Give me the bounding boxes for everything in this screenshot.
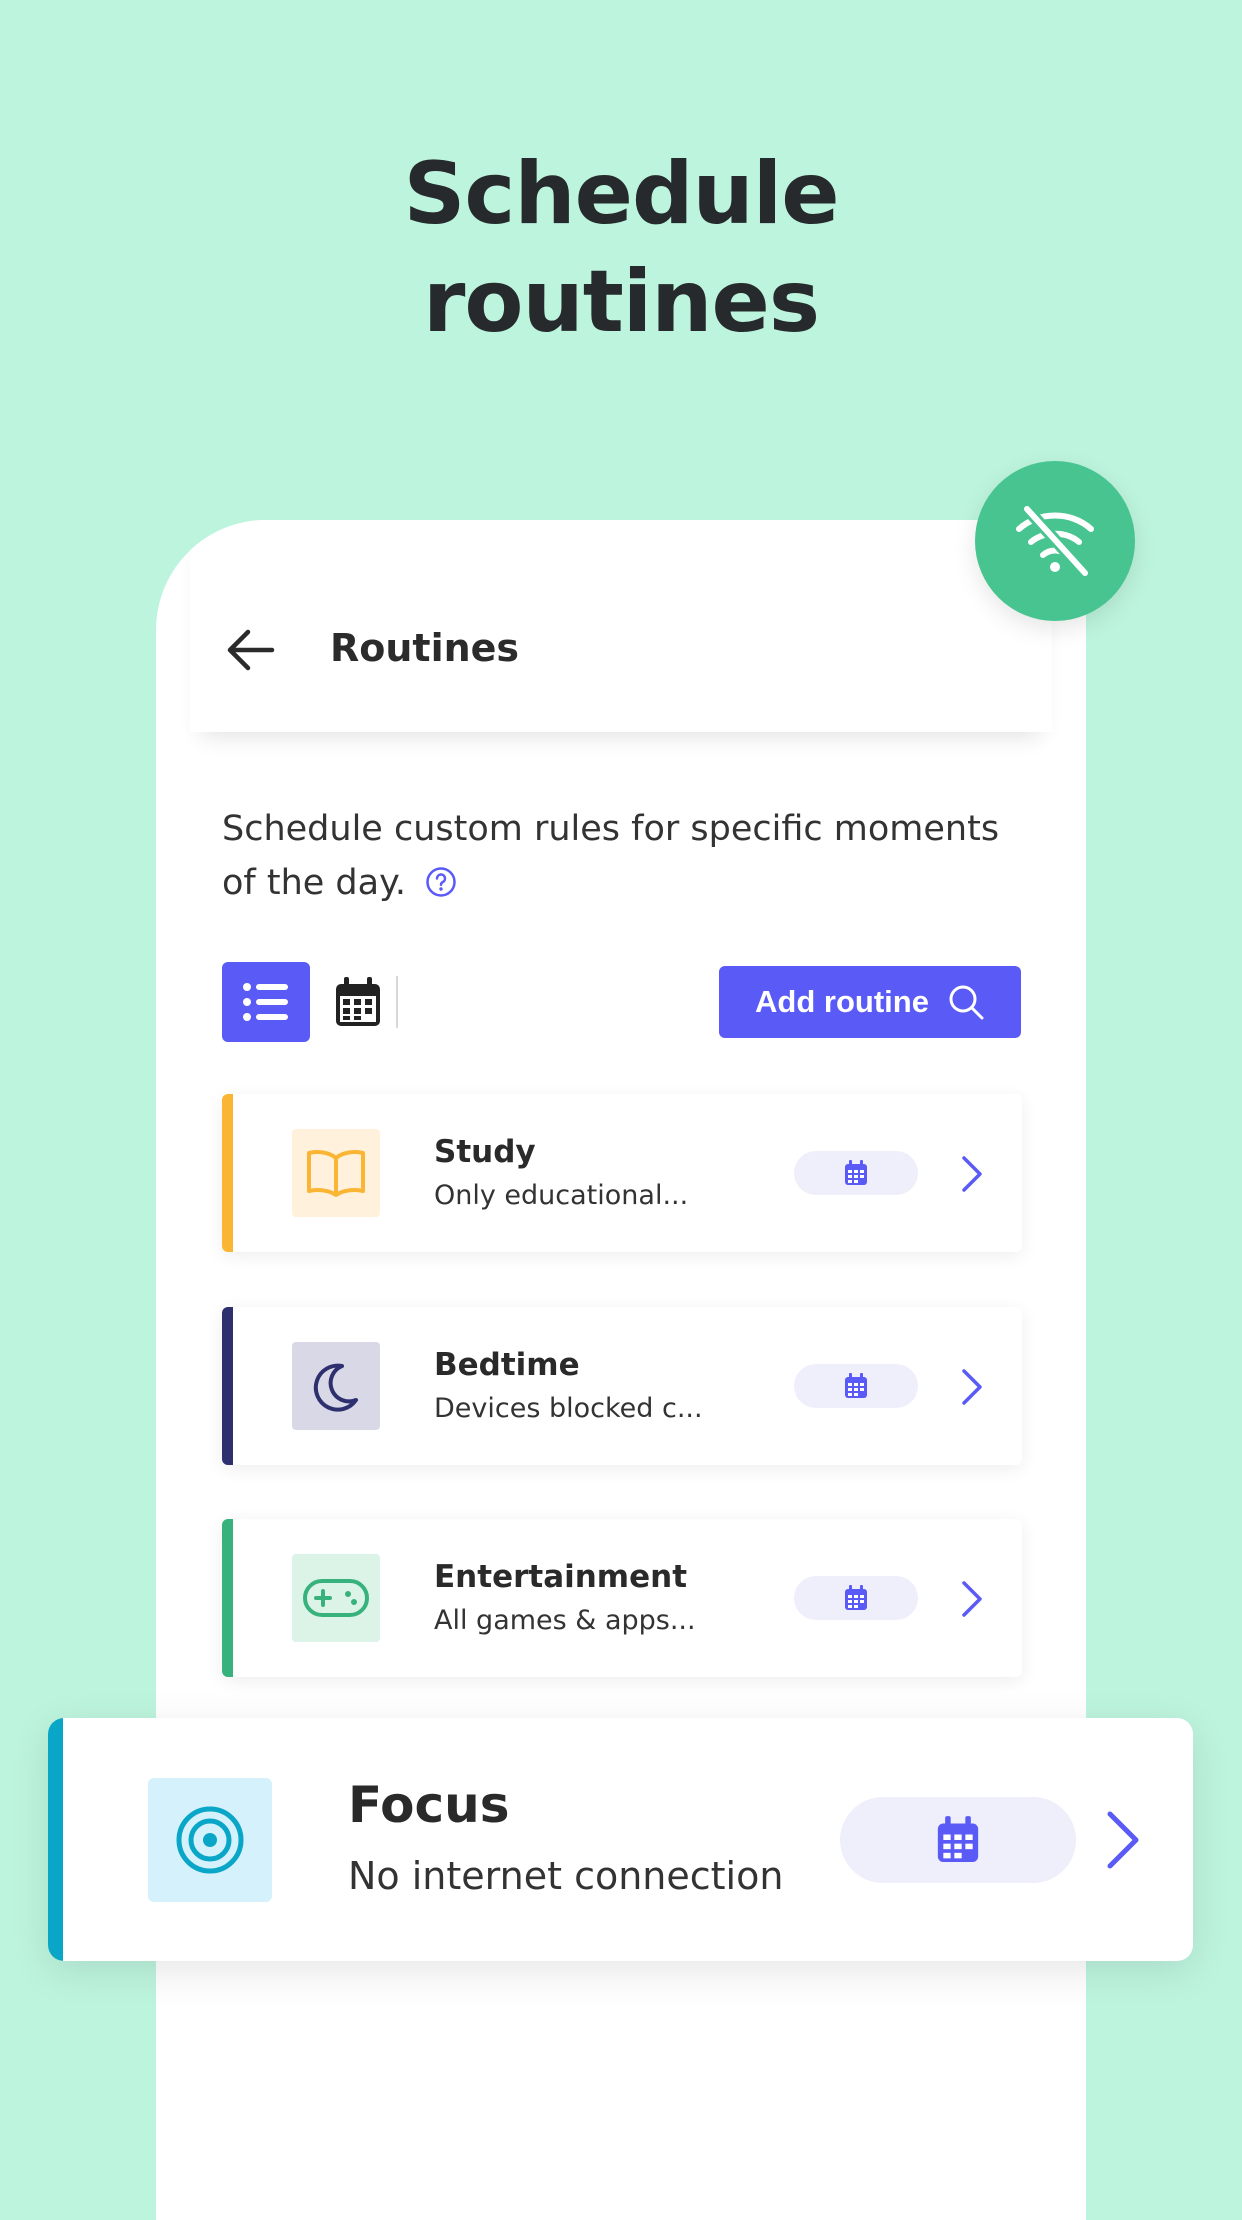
page-title: Routines [330,626,520,670]
routine-accent-bar [48,1718,63,1961]
routine-icon-box [292,1129,380,1217]
routine-subtitle: All games & apps... [434,1605,696,1636]
help-icon[interactable] [425,866,457,898]
headline-line-2: routines [422,252,820,352]
routine-subtitle: Only educational... [434,1180,689,1211]
calendar-view-icon[interactable] [328,972,388,1032]
schedule-pill[interactable] [794,1151,918,1195]
chevron-right-icon[interactable] [954,1579,990,1619]
content-area [190,732,1052,2212]
list-view-button[interactable] [222,962,310,1042]
focus-subtitle: No internet connection [348,1854,784,1898]
intro-text: Schedule custom rules for specific momen… [222,802,1042,910]
intro-description: Schedule custom rules for specific momen… [222,809,1000,903]
routine-title: Study [434,1134,536,1170]
calendar-icon [845,1373,867,1398]
routine-icon-box [292,1554,380,1642]
headline-line-1: Schedule [403,144,839,244]
routine-title: Bedtime [434,1347,580,1383]
chevron-right-icon[interactable] [1098,1808,1148,1872]
moon-icon [313,1363,358,1412]
search-icon [949,985,984,1020]
wifi-off-icon [1016,505,1094,577]
book-icon [307,1150,365,1197]
add-routine-button[interactable]: Add routine [719,966,1021,1038]
routine-accent-bar [222,1094,233,1252]
gamepad-icon [303,1579,369,1617]
schedule-pill[interactable] [840,1797,1076,1883]
target-icon [176,1806,244,1874]
calendar-icon [845,1585,867,1610]
routine-title: Entertainment [434,1559,688,1595]
wifi-off-badge [975,461,1135,621]
routine-subtitle: Devices blocked c... [434,1393,703,1424]
focus-title: Focus [348,1776,510,1834]
toolbar-divider [396,976,398,1028]
back-arrow-icon[interactable] [224,624,276,676]
routine-card-bedtime[interactable]: Bedtime Devices blocked c... [222,1307,1022,1465]
calendar-icon [845,1160,867,1185]
routine-card-study[interactable]: Study Only educational... [222,1094,1022,1252]
routine-card-entertainment[interactable]: Entertainment All games & apps... [222,1519,1022,1677]
calendar-icon [937,1816,979,1862]
routine-accent-bar [222,1519,233,1677]
headline: Schedule routines [0,140,1242,356]
phone-screen: Routines Schedule custom rules for speci… [156,520,1086,2220]
routine-accent-bar [222,1307,233,1465]
chevron-right-icon[interactable] [954,1367,990,1407]
schedule-pill[interactable] [794,1364,918,1408]
routine-icon-box [292,1342,380,1430]
chevron-right-icon[interactable] [954,1154,990,1194]
add-routine-label: Add routine [755,984,929,1019]
schedule-pill[interactable] [794,1576,918,1620]
app-header: Routines [190,520,1052,732]
list-icon [243,983,288,1021]
routine-card-focus[interactable]: Focus No internet connection [48,1718,1193,1961]
routine-icon-box [148,1778,272,1902]
